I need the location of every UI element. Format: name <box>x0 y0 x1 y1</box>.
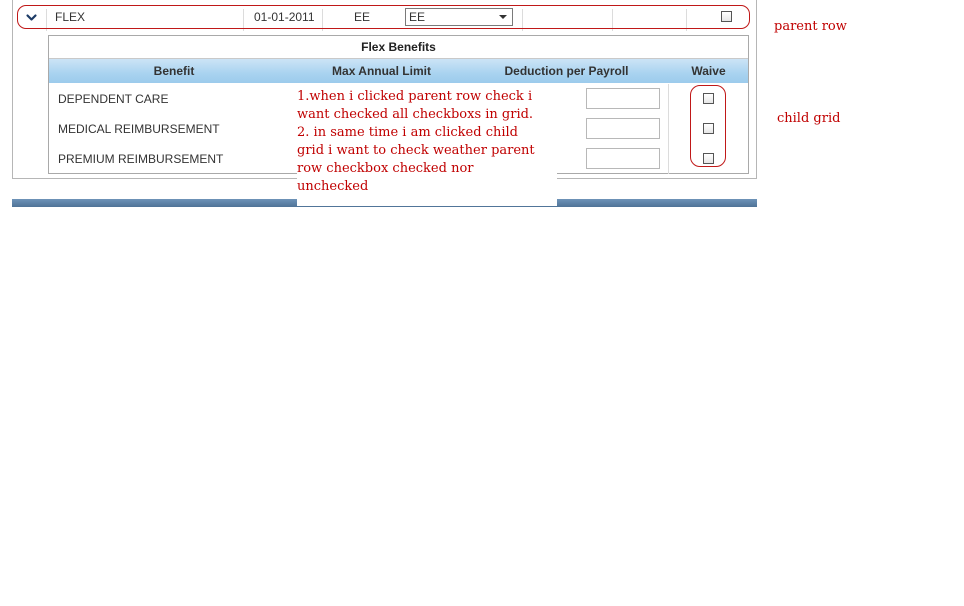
effective-date: 01-01-2011 <box>254 10 315 24</box>
benefit-name: DEPENDENT CARE <box>58 92 169 106</box>
coverage-dropdown[interactable]: EE <box>405 8 513 26</box>
parent-row-annotation: parent row <box>774 19 847 34</box>
column-header-waive[interactable]: Waive <box>669 59 748 83</box>
column-divider <box>322 9 323 31</box>
annotation-note: 1.when i clicked parent row check i want… <box>297 88 557 206</box>
deduction-input[interactable] <box>586 148 660 169</box>
column-header-deduction-per-payroll[interactable]: Deduction per Payroll <box>464 59 669 83</box>
column-divider <box>522 9 523 31</box>
coverage-level: EE <box>354 10 371 24</box>
parent-row: FLEX 01-01-2011 EE EE <box>17 5 750 31</box>
expand-row-button[interactable] <box>17 5 45 29</box>
chevron-down-icon <box>25 13 37 21</box>
coverage-dropdown-value: EE <box>409 10 426 24</box>
child-grid-annotation: child grid <box>777 111 841 126</box>
waive-checkbox[interactable] <box>703 123 714 134</box>
plan-name: FLEX <box>55 10 86 24</box>
waive-checkbox[interactable] <box>703 153 714 164</box>
parent-row-checkbox[interactable] <box>721 11 732 22</box>
column-divider <box>686 9 687 31</box>
column-header-benefit[interactable]: Benefit <box>49 59 299 83</box>
benefit-name: MEDICAL REIMBURSEMENT <box>58 122 220 136</box>
column-divider <box>243 9 244 31</box>
child-grid-header: Benefit Max Annual Limit Deduction per P… <box>49 59 748 83</box>
deduction-input[interactable] <box>586 118 660 139</box>
deduction-input[interactable] <box>586 88 660 109</box>
column-header-max-annual-limit[interactable]: Max Annual Limit <box>299 59 464 83</box>
dropdown-arrow-icon <box>499 15 507 19</box>
child-grid-title: Flex Benefits <box>49 36 748 59</box>
benefit-name: PREMIUM REIMBURSEMENT <box>58 152 224 166</box>
column-divider <box>612 9 613 31</box>
waive-checkbox[interactable] <box>703 93 714 104</box>
column-divider <box>46 9 47 31</box>
